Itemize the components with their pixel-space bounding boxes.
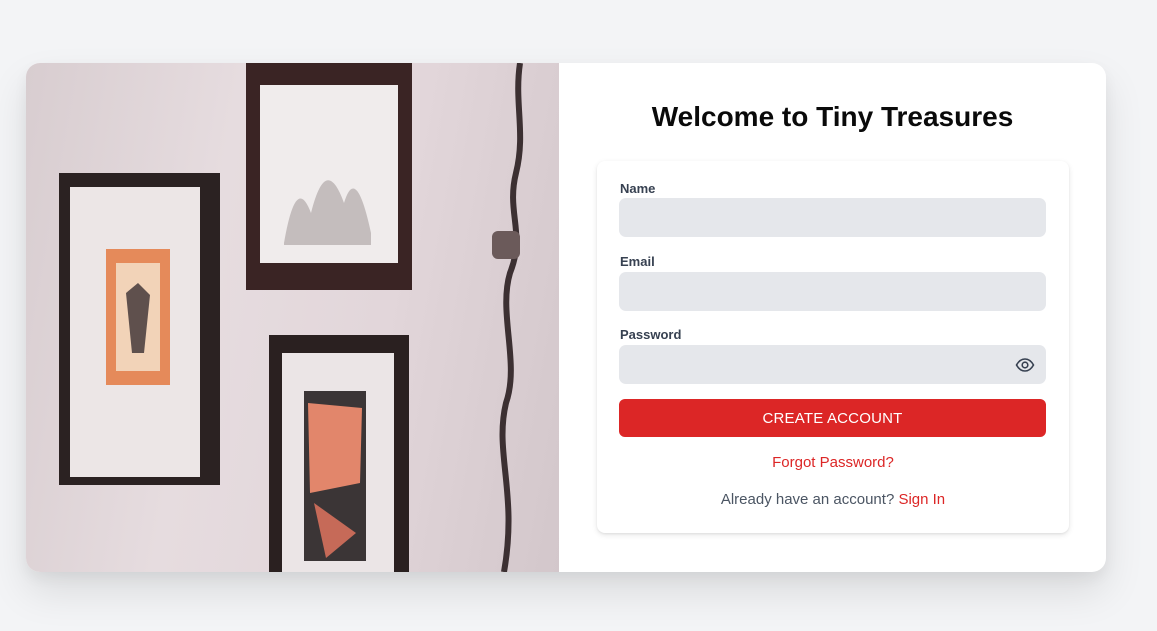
hero-photo (26, 63, 559, 572)
create-account-button[interactable]: CREATE ACCOUNT (619, 399, 1046, 437)
eye-icon[interactable] (1015, 357, 1035, 373)
signup-form: Name Email Password CREATE ACCOUNT Forgo… (597, 161, 1069, 533)
password-label: Password (620, 327, 682, 342)
forgot-password-link[interactable]: Forgot Password? (597, 454, 1069, 471)
name-label: Name (620, 181, 656, 196)
email-label: Email (620, 254, 655, 269)
picture-frames-illustration (59, 63, 524, 572)
password-input[interactable] (619, 345, 1046, 384)
page-title: Welcome to Tiny Treasures (651, 101, 1014, 132)
signin-row: Already have an account? Sign In (597, 491, 1069, 508)
email-input[interactable] (619, 272, 1046, 311)
signin-link[interactable]: Sign In (898, 491, 945, 508)
name-input[interactable] (619, 198, 1046, 237)
signup-card: Welcome to Tiny Treasures Name Email Pas… (26, 63, 1106, 572)
signin-prompt: Already have an account? (720, 491, 895, 508)
form-panel: Welcome to Tiny Treasures Name Email Pas… (559, 63, 1106, 572)
